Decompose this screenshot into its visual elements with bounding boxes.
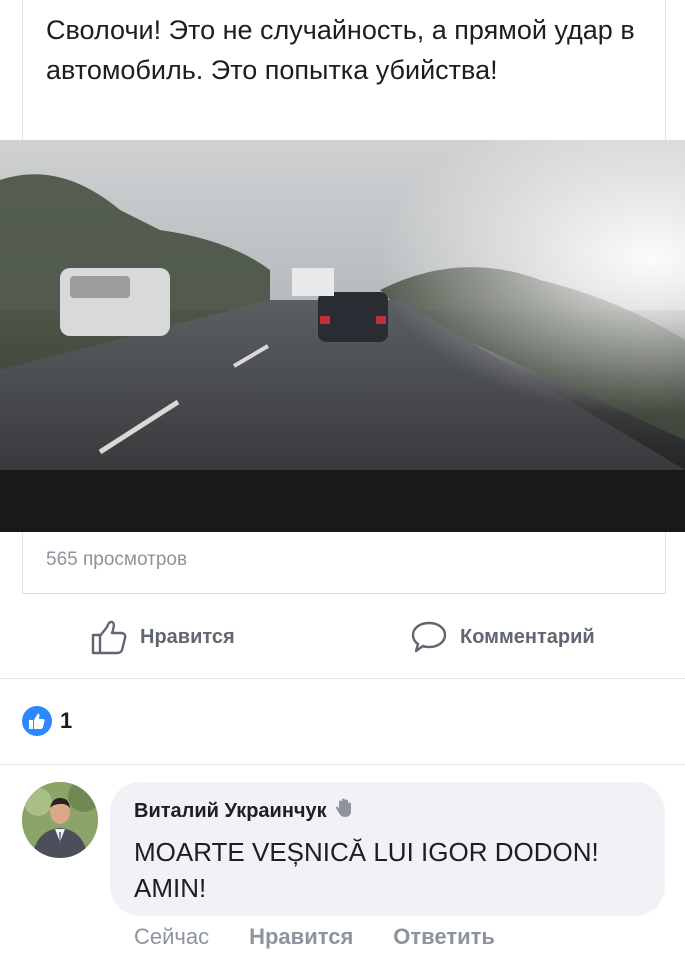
video-frame <box>0 140 685 532</box>
speech-bubble-icon <box>410 618 448 656</box>
like-button[interactable]: Нравится <box>90 618 235 656</box>
post-text: Сволочи! Это не случайность, а прямой уд… <box>46 15 635 85</box>
comment-button-label: Комментарий <box>460 625 595 648</box>
view-count: 565 просмотров <box>46 549 188 570</box>
like-reaction-icon <box>22 706 52 736</box>
comment-author[interactable]: Виталий Украинчук <box>134 796 641 826</box>
waving-hand-icon <box>333 796 357 826</box>
comment-bubble: Виталий Украинчук MOARTE VEȘNICĂ LUI IGO… <box>110 782 665 916</box>
author-name: Виталий Украинчук <box>134 799 327 822</box>
comment-actions: Сейчас Нравится Ответить <box>134 924 495 950</box>
comment-reply-link[interactable]: Ответить <box>393 924 495 950</box>
comment-like-link[interactable]: Нравится <box>249 924 353 950</box>
divider <box>0 678 685 679</box>
comment-text: MOARTE VEȘNICĂ LUI IGOR DODON! AMIN! <box>134 837 599 903</box>
divider <box>0 764 685 765</box>
comment-button[interactable]: Комментарий <box>410 618 595 656</box>
comment-time: Сейчас <box>134 924 210 949</box>
reaction-summary[interactable]: 1 <box>22 706 72 736</box>
avatar[interactable] <box>22 782 98 858</box>
like-button-label: Нравится <box>140 625 235 648</box>
video-player[interactable] <box>0 140 685 532</box>
reaction-count: 1 <box>60 708 73 733</box>
thumbs-up-icon <box>90 618 128 656</box>
post-action-bar: Нравится Комментарий <box>0 598 685 676</box>
